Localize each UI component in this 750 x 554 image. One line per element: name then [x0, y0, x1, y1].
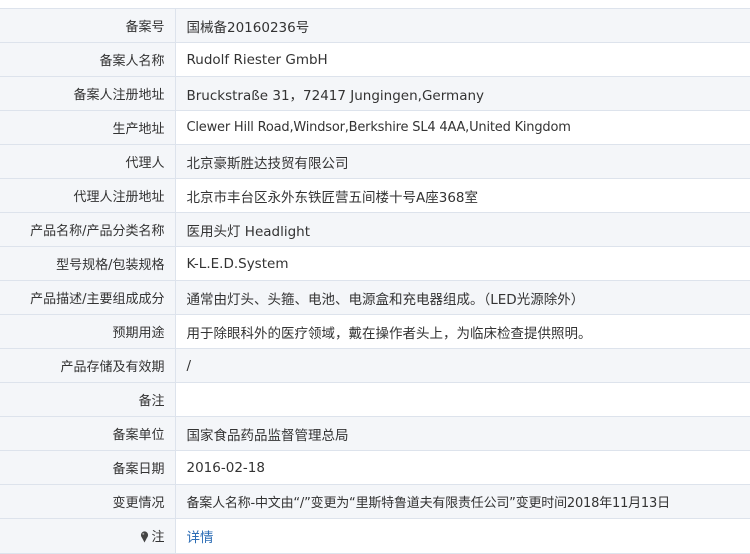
- agent-label: 代理人: [0, 144, 176, 179]
- agent-address-value: 北京市丰台区永外东铁匠营五间楼十号A座368室: [175, 178, 750, 213]
- intended-use-label: 预期用途: [0, 314, 176, 349]
- row-record-number: 备案号 国械备20160236号: [0, 8, 750, 43]
- row-agent: 代理人 北京豪斯胜达技贸有限公司: [0, 144, 750, 179]
- change-history-label: 变更情况: [0, 484, 176, 519]
- filing-unit-value: 国家食品药品监督管理总局: [175, 416, 750, 451]
- agent-address-label: 代理人注册地址: [0, 178, 176, 213]
- agent-value: 北京豪斯胜达技贸有限公司: [175, 144, 750, 179]
- product-name-value: 医用头灯 Headlight: [175, 212, 750, 247]
- production-address-label: 生产地址: [0, 110, 176, 145]
- remarks-value: [175, 382, 750, 417]
- row-intended-use: 预期用途 用于除眼科外的医疗领域，戴在操作者头上，为临床检查提供照明。: [0, 314, 750, 349]
- filing-date-value: 2016-02-18: [175, 450, 750, 485]
- product-name-label: 产品名称/产品分类名称: [0, 212, 176, 247]
- registrant-address-value: Bruckstraße 31，72417 Jungingen,Germany: [175, 76, 750, 111]
- note-value-cell: 详情: [175, 518, 750, 554]
- row-change-history: 变更情况 备案人名称-中文由“/”变更为“里斯特鲁道夫有限责任公司”变更时间20…: [0, 484, 750, 519]
- row-registrant-name: 备案人名称 Rudolf Riester GmbH: [0, 42, 750, 77]
- record-table: 备案号 国械备20160236号 备案人名称 Rudolf Riester Gm…: [0, 8, 750, 554]
- pin-icon: [140, 530, 149, 547]
- filing-unit-label: 备案单位: [0, 416, 176, 451]
- row-filing-date: 备案日期 2016-02-18: [0, 450, 750, 485]
- storage-validity-label: 产品存储及有效期: [0, 348, 176, 383]
- model-spec-value: K-L.E.D.System: [175, 246, 750, 281]
- row-remarks: 备注: [0, 382, 750, 417]
- row-filing-unit: 备案单位 国家食品药品监督管理总局: [0, 416, 750, 451]
- row-agent-address: 代理人注册地址 北京市丰台区永外东铁匠营五间楼十号A座368室: [0, 178, 750, 213]
- row-production-address: 生产地址 Clewer Hill Road,Windsor,Berkshire …: [0, 110, 750, 145]
- production-address-value: Clewer Hill Road,Windsor,Berkshire SL4 4…: [175, 110, 750, 145]
- note-label-cell: 注: [0, 518, 176, 554]
- filing-date-label: 备案日期: [0, 450, 176, 485]
- remarks-label: 备注: [0, 382, 176, 417]
- record-number-label: 备案号: [0, 8, 176, 43]
- row-product-description: 产品描述/主要组成成分 通常由灯头、头箍、电池、电源盒和充电器组成。（LED光源…: [0, 280, 750, 315]
- row-note: 注 详情: [0, 518, 750, 554]
- registrant-address-label: 备案人注册地址: [0, 76, 176, 111]
- storage-validity-value: /: [175, 348, 750, 383]
- row-storage-validity: 产品存储及有效期 /: [0, 348, 750, 383]
- details-link[interactable]: 详情: [187, 530, 214, 546]
- model-spec-label: 型号规格/包装规格: [0, 246, 176, 281]
- row-registrant-address: 备案人注册地址 Bruckstraße 31，72417 Jungingen,G…: [0, 76, 750, 111]
- row-product-name: 产品名称/产品分类名称 医用头灯 Headlight: [0, 212, 750, 247]
- intended-use-value: 用于除眼科外的医疗领域，戴在操作者头上，为临床检查提供照明。: [175, 314, 750, 349]
- row-model-spec: 型号规格/包装规格 K-L.E.D.System: [0, 246, 750, 281]
- registrant-name-value: Rudolf Riester GmbH: [175, 42, 750, 77]
- note-label: 注: [151, 529, 165, 545]
- record-number-value: 国械备20160236号: [175, 8, 750, 43]
- registrant-name-label: 备案人名称: [0, 42, 176, 77]
- product-description-value: 通常由灯头、头箍、电池、电源盒和充电器组成。（LED光源除外）: [175, 280, 750, 315]
- change-history-value: 备案人名称-中文由“/”变更为“里斯特鲁道夫有限责任公司”变更时间2018年11…: [175, 484, 750, 519]
- product-description-label: 产品描述/主要组成成分: [0, 280, 176, 315]
